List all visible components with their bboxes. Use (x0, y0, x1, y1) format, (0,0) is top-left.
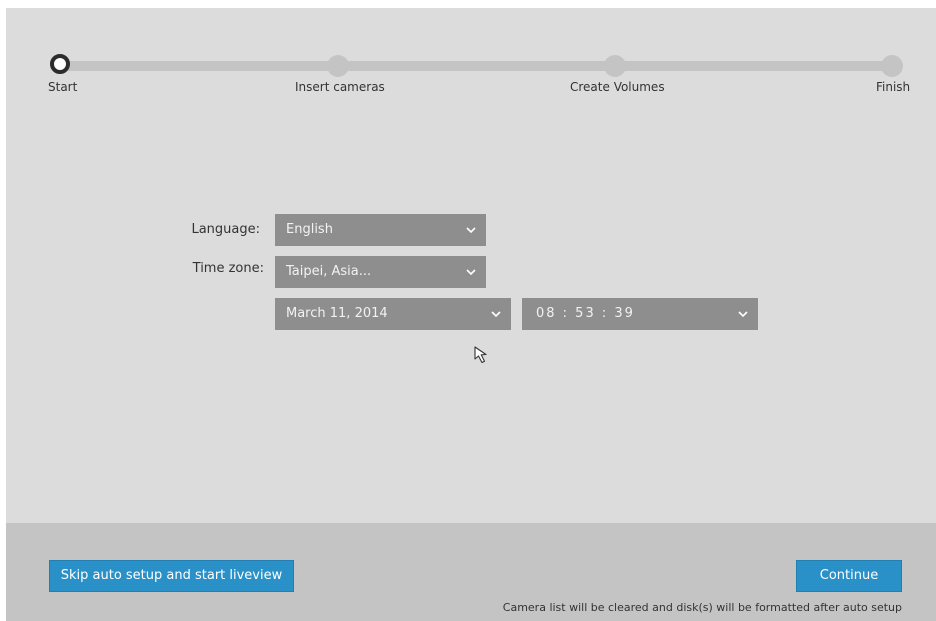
timezone-select[interactable]: Taipei, Asia... (275, 256, 486, 288)
progress-stepper: Start Insert cameras Create Volumes Fini… (6, 8, 936, 108)
setup-wizard: Start Insert cameras Create Volumes Fini… (6, 8, 936, 621)
step-finish-label: Finish (876, 80, 911, 94)
language-value: English (286, 222, 333, 237)
skip-auto-setup-button[interactable]: Skip auto setup and start liveview (49, 560, 294, 592)
timezone-value: Taipei, Asia... (286, 264, 372, 279)
chevron-down-icon (491, 298, 501, 330)
mouse-pointer-icon (474, 346, 492, 370)
step-create-volumes-label: Create Volumes (570, 80, 665, 94)
time-select[interactable]: 08 : 53 : 39 (522, 298, 758, 330)
step-start-label: Start (48, 80, 78, 94)
warning-note: Camera list will be cleared and disk(s) … (502, 601, 902, 614)
date-value: March 11, 2014 (286, 306, 388, 321)
date-select[interactable]: March 11, 2014 (275, 298, 511, 330)
step-start-marker (50, 54, 70, 74)
footer-bar: Skip auto setup and start liveview Conti… (6, 523, 936, 621)
step-insert-cameras-label: Insert cameras (295, 80, 385, 94)
step-insert-cameras-marker (327, 55, 349, 77)
step-finish-marker (881, 55, 903, 77)
language-select[interactable]: English (275, 214, 486, 246)
language-label: Language: (191, 222, 260, 237)
chevron-down-icon (466, 214, 476, 246)
step-create-volumes-marker (604, 55, 626, 77)
progress-track (61, 61, 891, 71)
time-value: 08 : 53 : 39 (536, 306, 635, 321)
continue-button[interactable]: Continue (796, 560, 902, 592)
chevron-down-icon (466, 256, 476, 288)
timezone-label: Time zone: (192, 261, 264, 276)
chevron-down-icon (738, 298, 748, 330)
